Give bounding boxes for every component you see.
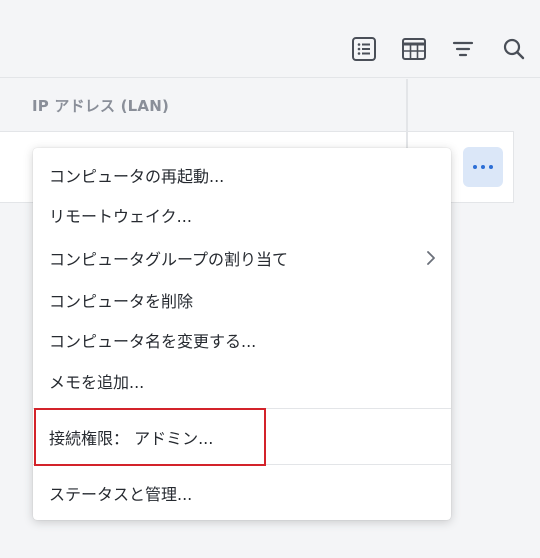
menu-item-access-permission[interactable]: 接続権限： アドミン...	[33, 417, 451, 457]
more-horizontal-icon	[473, 165, 477, 169]
menu-item-label: 接続権限： アドミン...	[49, 429, 214, 448]
toolbar	[0, 0, 540, 78]
menu-item-label: コンピュータグループの割り当て	[49, 250, 289, 269]
menu-item-label: ステータスと管理...	[49, 485, 193, 504]
column-header-ip-lan[interactable]: IP アドレス (LAN)	[32, 95, 169, 116]
list-view-icon[interactable]	[349, 34, 379, 64]
menu-item-label: コンピュータ名を変更する...	[49, 332, 257, 351]
menu-item-assign-computer-group[interactable]: コンピュータグループの割り当て	[33, 238, 451, 278]
filter-icon[interactable]	[448, 34, 478, 64]
menu-item-label: コンピュータの再起動...	[49, 167, 225, 186]
context-menu: コンピュータの再起動... リモートウェイク... コンピュータグループの割り当…	[33, 148, 451, 520]
menu-divider	[33, 408, 451, 409]
menu-item-remote-wake[interactable]: リモートウェイク...	[33, 195, 451, 235]
menu-item-status-and-management[interactable]: ステータスと管理...	[33, 473, 451, 513]
menu-item-add-note[interactable]: メモを追加...	[33, 361, 451, 401]
menu-item-label: コンピュータを削除	[49, 292, 194, 311]
menu-divider	[33, 464, 451, 465]
table-view-icon[interactable]	[399, 34, 429, 64]
menu-item-label: リモートウェイク...	[49, 207, 192, 226]
menu-item-label: メモを追加...	[49, 373, 145, 392]
menu-item-restart-computer[interactable]: コンピュータの再起動...	[33, 155, 451, 195]
menu-item-delete-computer[interactable]: コンピュータを削除	[33, 280, 451, 320]
chevron-right-icon	[425, 250, 437, 270]
row-more-actions-button[interactable]	[463, 147, 503, 187]
search-icon[interactable]	[499, 34, 529, 64]
menu-item-rename-computer[interactable]: コンピュータ名を変更する...	[33, 320, 451, 360]
